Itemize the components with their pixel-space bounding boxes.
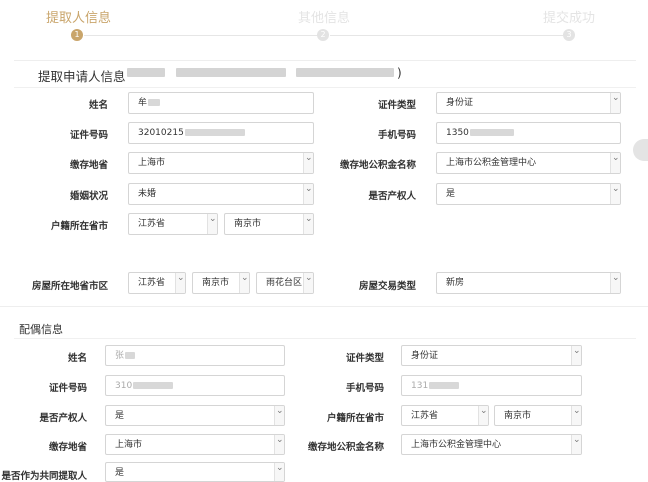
id-type-label: 证件类型	[377, 100, 416, 111]
hukou-label: 户籍所在省市	[50, 221, 108, 232]
applicant-hukou-province-select[interactable]: 江苏省	[128, 213, 218, 235]
applicant-phone-input[interactable]: 1350	[436, 122, 621, 144]
spouse-phone-label: 手机号码	[345, 383, 384, 394]
redacted-block	[127, 68, 165, 77]
progress-stepper: 提取人信息 其他信息 提交成功 1 2 3	[0, 0, 648, 46]
chevron-down-icon	[571, 435, 581, 454]
step-connector	[330, 35, 563, 36]
spouse-hukou-city-select[interactable]: 南京市	[494, 405, 582, 426]
marital-label: 婚姻状况	[69, 191, 108, 202]
spouse-id-no-label: 证件号码	[48, 383, 87, 394]
spouse-fund-center-select[interactable]: 上海市公积金管理中心	[401, 434, 582, 455]
redacted-block	[296, 68, 394, 77]
spouse-hukou-label: 户籍所在省市	[326, 413, 384, 424]
trade-type-select[interactable]: 新房	[436, 272, 621, 294]
applicant-name-input[interactable]: 牟	[128, 92, 314, 114]
step-2-dot: 2	[317, 29, 329, 41]
spouse-id-type-select[interactable]: 身份证	[401, 345, 582, 366]
step-1-label: 提取人信息	[46, 11, 112, 26]
chevron-down-icon	[303, 214, 313, 234]
name-label: 姓名	[88, 100, 108, 111]
spouse-name-label: 姓名	[67, 353, 87, 364]
applicant-marital-select[interactable]: 未婚	[128, 183, 314, 205]
chevron-down-icon	[610, 93, 620, 113]
phone-label: 手机号码	[377, 130, 416, 141]
house-district-select[interactable]: 雨花台区	[256, 272, 314, 294]
spouse-owner-select[interactable]: 是	[105, 405, 285, 426]
spouse-hukou-province-select[interactable]: 江苏省	[401, 405, 489, 426]
applicant-section-title: 提取申请人信息	[38, 69, 126, 84]
chevron-down-icon	[571, 406, 581, 425]
chevron-down-icon	[303, 153, 313, 173]
spouse-fund-center-label: 缴存地公积金名称	[307, 442, 384, 453]
chevron-down-icon	[274, 406, 284, 425]
applicant-hukou-city-select[interactable]: 南京市	[224, 213, 314, 235]
chevron-down-icon	[274, 435, 284, 454]
form-page: 提取人信息 其他信息 提交成功 1 2 3 提取申请人信息 ) 姓名 牟 证件类…	[0, 0, 648, 482]
co-withdraw-select[interactable]: 是	[105, 462, 285, 482]
spouse-owner-label: 是否产权人	[39, 413, 87, 424]
spouse-deposit-province-select[interactable]: 上海市	[105, 434, 285, 455]
owner-label: 是否产权人	[368, 191, 416, 202]
trade-type-label: 房屋交易类型	[358, 281, 416, 292]
spouse-phone-input[interactable]: 131	[401, 375, 582, 396]
chevron-down-icon	[239, 273, 249, 293]
chevron-down-icon	[175, 273, 185, 293]
redacted-block	[176, 68, 286, 77]
chevron-down-icon	[303, 184, 313, 204]
chevron-down-icon	[274, 463, 284, 481]
id-no-label: 证件号码	[69, 130, 108, 141]
step-connector	[84, 35, 318, 36]
spouse-id-no-input[interactable]: 310	[105, 375, 285, 396]
chevron-down-icon	[610, 184, 620, 204]
chevron-down-icon	[571, 346, 581, 365]
applicant-owner-select[interactable]: 是	[436, 183, 621, 205]
applicant-id-type-select[interactable]: 身份证	[436, 92, 621, 114]
chevron-down-icon	[478, 406, 488, 425]
spouse-deposit-province-label: 缴存地省	[48, 442, 87, 453]
step-3-label: 提交成功	[543, 11, 596, 26]
applicant-id-no-input[interactable]: 32010215	[128, 122, 314, 144]
spouse-section-title: 配偶信息	[19, 323, 63, 336]
chevron-down-icon	[610, 153, 620, 173]
step-3-dot: 3	[563, 29, 575, 41]
house-location-label: 房屋所在地省市区	[31, 281, 108, 292]
house-city-select[interactable]: 南京市	[192, 272, 250, 294]
applicant-fund-center-select[interactable]: 上海市公积金管理中心	[436, 152, 621, 174]
title-suffix: )	[397, 66, 402, 80]
spouse-name-input[interactable]: 张	[105, 345, 285, 366]
section-divider	[0, 306, 648, 307]
chevron-down-icon	[610, 273, 620, 293]
spouse-id-type-label: 证件类型	[345, 353, 384, 364]
deposit-province-label: 缴存地省	[69, 160, 108, 171]
co-withdraw-label: 是否作为共同提取人	[1, 471, 87, 482]
spouse-section-rule	[14, 338, 636, 339]
side-scroll-handle[interactable]	[633, 139, 648, 161]
applicant-deposit-province-select[interactable]: 上海市	[128, 152, 314, 174]
step-1-dot: 1	[71, 29, 83, 41]
fund-center-label: 缴存地公积金名称	[339, 160, 416, 171]
step-2-label: 其他信息	[298, 11, 351, 26]
house-province-select[interactable]: 江苏省	[128, 272, 186, 294]
chevron-down-icon	[303, 273, 313, 293]
chevron-down-icon	[207, 214, 217, 234]
